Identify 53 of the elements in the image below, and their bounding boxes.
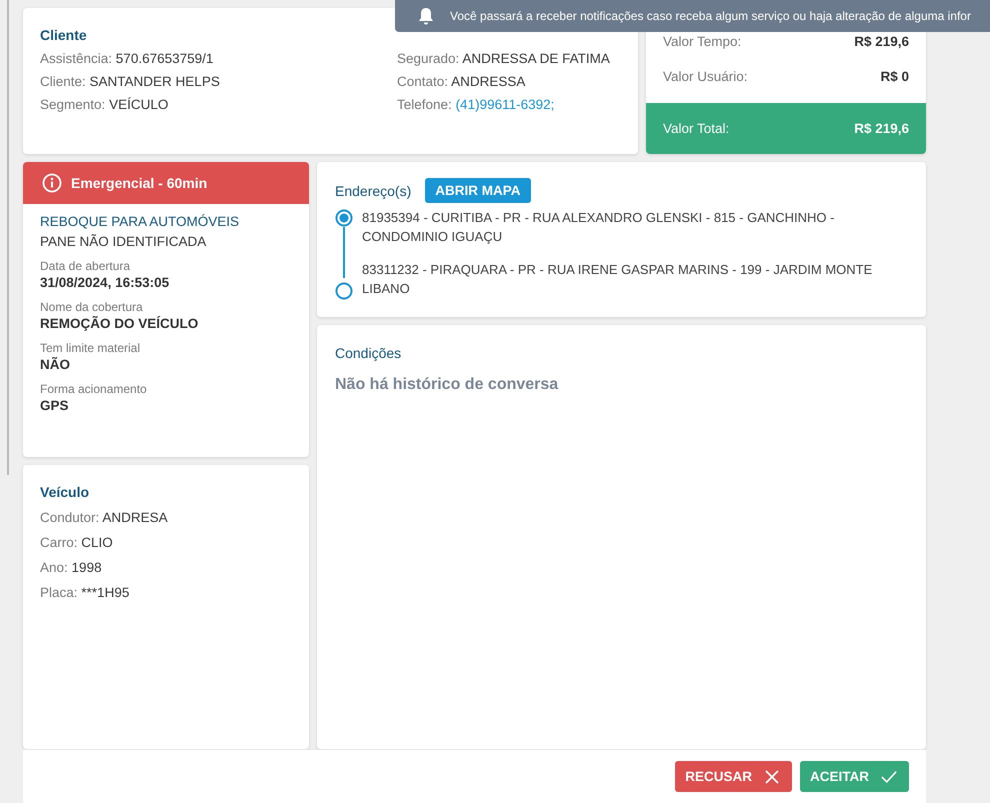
problem-text: PANE NÃO IDENTIFICADA xyxy=(40,234,208,249)
field-value: ***1H95 xyxy=(81,585,130,600)
field-label: Carro: xyxy=(40,535,78,550)
notification-text: Você passará a receber notificações caso receba algum serviço ou haja alteração de alguma infor xyxy=(450,9,971,23)
bell-icon xyxy=(418,7,434,25)
value-label: Valor Tempo: xyxy=(663,34,742,50)
value-amount: R$ 0 xyxy=(880,69,909,84)
field-label: Placa: xyxy=(40,585,78,600)
address-text: 83311232 - PIRAQUARA - PR - RUA IRENE GASPAR MARINS - 199 - JARDIM MONTE LIBANO xyxy=(362,261,874,298)
section-title: Condições xyxy=(335,345,402,361)
value-amount: R$ 219,6 xyxy=(854,34,909,50)
reject-button[interactable]: RECUSAR xyxy=(675,761,792,792)
destination-marker-icon xyxy=(335,282,353,300)
field-value: 570.67653759/1 xyxy=(116,51,214,66)
address-text: 81935394 - CURITIBA - PR - RUA ALEXANDRO GLENSKI - 815 - GANCHINHO - CONDOMINIO IGUAÇU xyxy=(362,209,836,246)
field-value: NÃO xyxy=(40,357,71,372)
priority-text: Emergencial - 60min xyxy=(71,175,208,191)
field-value: VEÍCULO xyxy=(109,97,168,112)
field-label: Tem limite material xyxy=(40,341,142,355)
field-label: Telefone: xyxy=(397,97,452,112)
field-label: Segmento: xyxy=(40,97,106,112)
close-icon xyxy=(764,768,780,784)
field-label: Data de abertura xyxy=(40,259,132,273)
field-value: ANDRESSA DE FATIMA xyxy=(462,51,610,66)
section-title: Veículo xyxy=(40,484,90,500)
value-amount: R$ 219,6 xyxy=(854,120,909,136)
field-value: SANTANDER HELPS xyxy=(90,74,220,89)
info-icon xyxy=(42,173,62,193)
open-map-button[interactable]: ABRIR MAPA xyxy=(425,178,531,203)
field-value: ANDRESSA xyxy=(451,74,526,89)
field-value: GPS xyxy=(40,398,70,413)
section-title: Cliente xyxy=(40,27,88,43)
service-type: REBOQUE PARA AUTOMÓVEIS xyxy=(40,214,240,229)
field-value: CLIO xyxy=(81,535,113,550)
field-label: Ano: xyxy=(40,560,68,575)
accept-button[interactable]: ACEITAR xyxy=(800,761,909,792)
field-label: Forma acionamento xyxy=(40,382,148,396)
empty-message: Não há histórico de conversa xyxy=(335,376,560,394)
field-value: REMOÇÃO DO VEÍCULO xyxy=(40,316,200,331)
phone-link[interactable]: (41)99611-6392; xyxy=(456,97,554,112)
field-label: Contato: xyxy=(397,74,448,89)
value-label: Valor Total: xyxy=(663,120,730,136)
field-label: Nome da cobertura xyxy=(40,300,144,314)
field-value: ANDRESA xyxy=(102,510,168,525)
field-label: Condutor: xyxy=(40,510,100,525)
field-value: 1998 xyxy=(72,560,102,575)
field-label: Assistência: xyxy=(40,51,112,66)
value-label: Valor Usuário: xyxy=(663,69,748,84)
section-title: Endereço(s) xyxy=(335,182,412,198)
field-label: Cliente: xyxy=(40,74,86,89)
check-icon xyxy=(881,768,897,784)
field-label: Segurado: xyxy=(397,51,460,66)
field-value: 31/08/2024, 16:53:05 xyxy=(40,275,170,290)
